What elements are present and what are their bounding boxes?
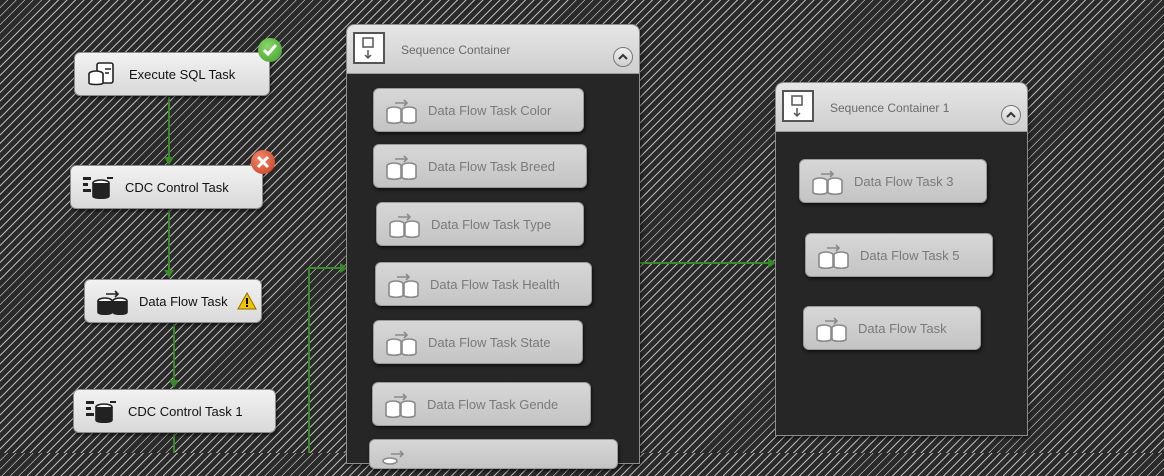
container-header: Sequence Container	[347, 25, 639, 74]
cdc-control-task[interactable]: CDC Control Task	[70, 165, 263, 209]
data-flow-icon	[386, 99, 417, 125]
data-flow-icon	[818, 244, 849, 270]
container-title: Sequence Container	[401, 43, 511, 57]
data-flow-task-gende[interactable]: Data Flow Task Gende	[372, 382, 591, 426]
data-flow-task-breed[interactable]: Data Flow Task Breed	[373, 144, 587, 188]
data-flow-task-partial[interactable]	[369, 439, 618, 469]
data-flow-task-health[interactable]: Data Flow Task Health	[375, 262, 592, 306]
warning-icon	[237, 292, 257, 310]
data-flow-task-color[interactable]: Data Flow Task Color	[373, 88, 584, 132]
task-label: Data Flow Task 5	[860, 247, 960, 263]
cdc-control-icon	[83, 177, 113, 200]
task-label: Data Flow Task	[858, 320, 947, 336]
task-label: CDC Control Task 1	[128, 403, 243, 419]
data-flow-task-5[interactable]: Data Flow Task 5	[805, 233, 993, 277]
data-flow-task-state[interactable]: Data Flow Task State	[373, 320, 583, 364]
sequence-container-icon	[353, 32, 385, 64]
task-label: Data Flow Task Color	[428, 102, 552, 118]
data-flow-icon	[816, 317, 847, 343]
container-title: Sequence Container 1	[830, 101, 950, 115]
data-flow-icon	[389, 213, 420, 239]
task-label: Data Flow Task State	[428, 334, 551, 350]
chevron-up-icon	[618, 53, 628, 60]
task-label: Execute SQL Task	[129, 66, 236, 82]
cdc-control-task-1[interactable]: CDC Control Task 1	[73, 389, 276, 433]
execute-sql-icon	[88, 62, 114, 86]
task-label: CDC Control Task	[125, 179, 229, 195]
task-label: Data Flow Task Breed	[428, 158, 555, 174]
data-flow-task-c1[interactable]: Data Flow Task	[803, 306, 981, 350]
sequence-container-icon	[782, 90, 814, 122]
execute-sql-task[interactable]: Execute SQL Task	[74, 52, 270, 96]
data-flow-icon	[385, 393, 416, 419]
data-flow-icon	[386, 331, 417, 357]
chevron-up-icon	[1006, 111, 1016, 118]
data-flow-icon	[812, 170, 843, 196]
task-label: Data Flow Task Gende	[427, 396, 559, 412]
container-header: Sequence Container 1	[776, 83, 1027, 132]
data-flow-task-type[interactable]: Data Flow Task Type	[376, 202, 584, 246]
task-label: Data Flow Task	[139, 293, 228, 309]
cdc-control-icon	[86, 401, 116, 424]
collapse-button[interactable]	[1001, 105, 1021, 125]
data-flow-icon	[97, 290, 128, 316]
collapse-button[interactable]	[613, 47, 633, 67]
data-flow-icon	[382, 450, 405, 465]
task-label: Data Flow Task Health	[430, 276, 560, 292]
failure-x-icon	[251, 150, 275, 174]
data-flow-icon	[388, 273, 419, 299]
task-label: Data Flow Task Type	[431, 216, 552, 232]
data-flow-icon	[386, 155, 417, 181]
success-check-icon	[258, 38, 282, 62]
data-flow-task[interactable]: Data Flow Task	[84, 279, 262, 323]
task-label: Data Flow Task 3	[854, 173, 954, 189]
data-flow-task-3[interactable]: Data Flow Task 3	[799, 159, 987, 203]
